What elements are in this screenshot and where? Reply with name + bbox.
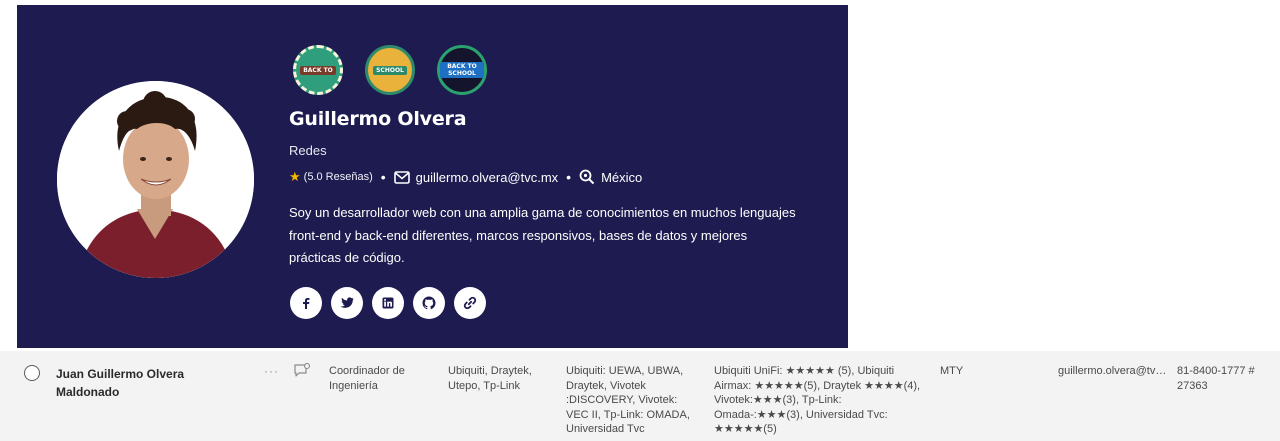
row-name[interactable]: Juan Guillermo Olvera Maldonado — [56, 365, 206, 401]
row-certifications: Ubiquiti: UEWA, UBWA, Draytek, Vivotek :… — [566, 365, 690, 435]
row-select-radio[interactable] — [24, 365, 40, 381]
row-location: MTY — [940, 365, 964, 377]
profile-card: BACK TO SCHOOL BACK TO SCHOOL Guillermo … — [17, 5, 848, 348]
location-search-icon — [579, 169, 595, 185]
twitter-icon[interactable] — [331, 287, 363, 319]
table-row[interactable]: Juan Guillermo Olvera Maldonado ··· Coor… — [0, 351, 1280, 441]
profile-name: Guillermo Olvera — [289, 108, 467, 130]
mail-icon — [393, 170, 410, 184]
badge-label: BACK TO — [300, 65, 336, 75]
badge-label: SCHOOL — [373, 65, 407, 75]
row-phone: 81-8400-1777 # 27363 — [1177, 365, 1255, 392]
profile-location: México — [601, 169, 643, 185]
more-options-icon[interactable]: ··· — [264, 364, 279, 378]
separator-dot: • — [380, 169, 386, 185]
avatar — [57, 81, 254, 278]
chat-icon[interactable] — [293, 362, 311, 382]
badge-list: BACK TO SCHOOL BACK TO SCHOOL — [293, 45, 487, 95]
back-to-school-badge-icon: BACK TO — [293, 45, 343, 95]
school-badge-icon: SCHOOL — [365, 45, 415, 95]
profile-role: Redes — [289, 143, 327, 158]
link-icon[interactable] — [454, 287, 486, 319]
profile-email[interactable]: guillermo.olvera@tvc.mx — [416, 170, 559, 185]
star-icon: ★ — [289, 169, 301, 184]
linkedin-icon[interactable] — [372, 287, 404, 319]
rating-text: (5.0 Reseñas) — [303, 171, 373, 183]
back-to-school-pencil-badge-icon: BACK TO SCHOOL — [437, 45, 487, 95]
facebook-icon[interactable] — [290, 287, 322, 319]
github-icon[interactable] — [413, 287, 445, 319]
profile-meta: ★ (5.0 Reseñas) • guillermo.olvera@tvc.m… — [289, 169, 642, 185]
separator-dot: • — [566, 169, 572, 185]
social-links — [290, 287, 486, 319]
row-title: Coordinador de Ingeniería — [329, 365, 405, 392]
row-email[interactable]: guillermo.olvera@tvc.mx — [1058, 364, 1168, 379]
profile-bio: Soy un desarrollador web con una amplia … — [289, 205, 796, 265]
row-skills: Ubiquiti UniFi: ★★★★★ (5), Ubiquiti Airm… — [714, 365, 921, 435]
badge-label: BACK TO SCHOOL — [440, 62, 484, 78]
row-brands: Ubiquiti, Draytek, Utepo, Tp-Link — [448, 365, 532, 392]
